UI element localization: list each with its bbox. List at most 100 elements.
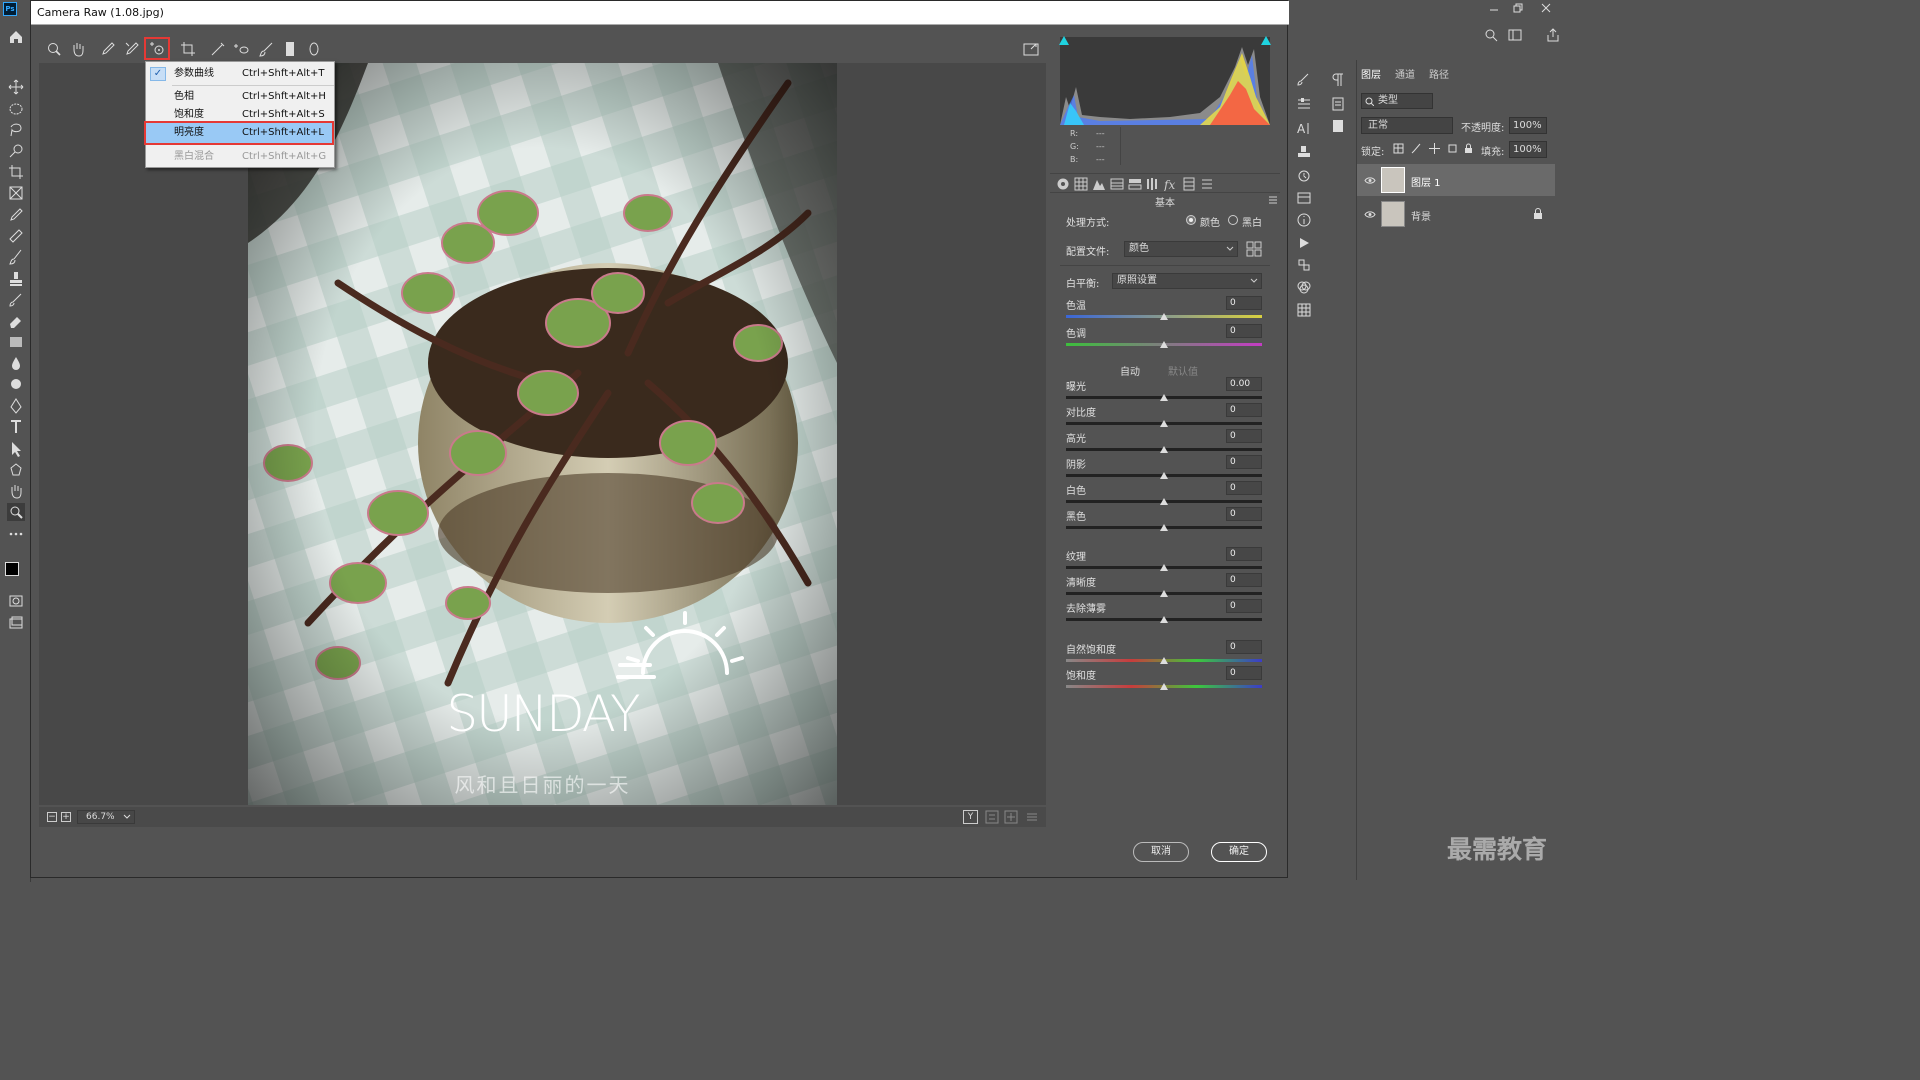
slider-value-input[interactable]: 0 (1226, 296, 1262, 310)
split-toning-icon[interactable] (1128, 177, 1142, 191)
history-icon[interactable] (1296, 168, 1312, 184)
info-icon[interactable] (1296, 212, 1312, 228)
pen-tool-icon[interactable] (7, 397, 25, 415)
tab-layers[interactable]: 图层 (1361, 66, 1381, 81)
slider-thumb[interactable] (1160, 313, 1168, 320)
slider-thumb[interactable] (1160, 498, 1168, 505)
profile-select[interactable]: 颜色 (1124, 241, 1238, 257)
tone-curve-icon[interactable] (1074, 177, 1088, 191)
panel-menu-icon[interactable] (1268, 196, 1278, 204)
slider-thumb[interactable] (1160, 420, 1168, 427)
radial-filter-icon[interactable] (305, 40, 323, 58)
slider-value-input[interactable]: 0 (1226, 573, 1262, 587)
basic-tab-icon[interactable] (1056, 177, 1070, 191)
lock-position-icon[interactable] (1429, 143, 1440, 154)
screen-mode-icon[interactable] (7, 614, 25, 632)
zoom-tool-icon[interactable] (7, 503, 25, 521)
history-brush-icon[interactable] (7, 291, 25, 309)
dodge-tool-icon[interactable] (7, 376, 25, 394)
properties-icon[interactable] (1330, 96, 1346, 112)
minimize-icon[interactable] (1488, 2, 1500, 14)
slider-value-input[interactable]: 0.00 (1226, 377, 1262, 391)
hsl-icon[interactable] (1110, 177, 1124, 191)
healing-tool-icon[interactable] (7, 227, 25, 245)
slider-thumb[interactable] (1160, 657, 1168, 664)
quick-mask-icon[interactable] (7, 592, 25, 610)
share-icon[interactable] (1546, 28, 1560, 42)
blur-tool-icon[interactable] (7, 354, 25, 372)
more-tools-icon[interactable] (7, 525, 25, 543)
profile-browser-icon[interactable] (1246, 241, 1262, 257)
toggle-fullscreen-icon[interactable] (1022, 40, 1040, 58)
detail-icon[interactable] (1092, 177, 1106, 191)
image-preview[interactable]: SUNDAY 风和且日丽的一天 (39, 63, 1046, 805)
slider-value-input[interactable]: 0 (1226, 455, 1262, 469)
marquee-tool-icon[interactable] (7, 100, 25, 118)
character-icon[interactable]: A (1296, 120, 1312, 136)
slider-thumb[interactable] (1160, 446, 1168, 453)
slider-thumb[interactable] (1160, 394, 1168, 401)
slider-value-input[interactable]: 0 (1226, 640, 1262, 654)
zoom-icon[interactable] (45, 40, 63, 58)
workspace-icon[interactable] (1508, 28, 1522, 42)
eye-icon[interactable] (1364, 210, 1376, 219)
shadow-clipping-icon[interactable] (1058, 35, 1070, 47)
calibration-icon[interactable] (1182, 177, 1196, 191)
crop-tool-icon[interactable] (7, 163, 25, 181)
effects-fx-icon[interactable]: fx (1164, 177, 1178, 191)
close-icon[interactable] (1540, 2, 1552, 14)
auto-button[interactable]: 自动 (1120, 363, 1140, 378)
slider-value-input[interactable]: 0 (1226, 481, 1262, 495)
slider-thumb[interactable] (1160, 524, 1168, 531)
treatment-color-radio[interactable] (1186, 215, 1196, 225)
preview-prefs-icon[interactable] (1025, 810, 1039, 824)
zoom-out-button[interactable]: − (47, 812, 57, 822)
paragraph-icon[interactable] (1330, 72, 1346, 88)
hand-tool-icon[interactable] (7, 482, 25, 500)
lock-all-icon[interactable] (1463, 143, 1474, 154)
lens-corrections-icon[interactable] (1146, 177, 1160, 191)
brush-tool-icon[interactable] (7, 248, 25, 266)
stamp-tool-icon[interactable] (7, 270, 25, 288)
layer-row-background[interactable]: 背景 (1357, 198, 1555, 230)
eraser-tool-icon[interactable] (7, 312, 25, 330)
lock-pixels-icon[interactable] (1411, 143, 1422, 154)
slider-thumb[interactable] (1160, 472, 1168, 479)
menu-item-hue[interactable]: 色相 Ctrl+Shft+Alt+H (146, 87, 334, 107)
tab-channels[interactable]: 通道 (1395, 66, 1415, 81)
actions-play-icon[interactable] (1296, 235, 1312, 251)
slider-value-input[interactable]: 0 (1226, 666, 1262, 680)
shape-tool-icon[interactable] (7, 461, 25, 479)
lock-transparent-icon[interactable] (1393, 143, 1404, 154)
before-after-toggle-icon[interactable]: Y (963, 810, 978, 824)
lock-artboard-icon[interactable] (1447, 143, 1458, 154)
highlight-clipping-icon[interactable] (1260, 35, 1272, 47)
libraries-icon[interactable] (1296, 190, 1312, 206)
frame-tool-icon[interactable] (7, 184, 25, 202)
foreground-color-swatch[interactable] (5, 562, 19, 576)
swap-before-after-icon[interactable] (985, 810, 999, 824)
slider-value-input[interactable]: 0 (1226, 403, 1262, 417)
slider-thumb[interactable] (1160, 341, 1168, 348)
slider-value-input[interactable]: 0 (1226, 599, 1262, 613)
cancel-button[interactable]: 取消 (1133, 842, 1189, 862)
type-tool-icon[interactable] (7, 418, 25, 436)
clone-source-icon[interactable] (1296, 144, 1312, 160)
white-balance-icon[interactable] (99, 40, 117, 58)
zoom-in-button[interactable]: + (61, 812, 71, 822)
presets-icon[interactable] (1200, 177, 1214, 191)
eye-icon[interactable] (1364, 176, 1376, 185)
white-balance-select[interactable]: 原照设置 (1112, 273, 1262, 289)
swatches-grid-icon[interactable] (1296, 302, 1312, 318)
quick-select-icon[interactable] (7, 142, 25, 160)
tab-paths[interactable]: 路径 (1429, 66, 1449, 81)
restore-icon[interactable] (1512, 2, 1524, 14)
spot-removal-icon[interactable] (209, 40, 227, 58)
slider-thumb[interactable] (1160, 616, 1168, 623)
layer-row-layer1[interactable]: 图层 1 (1357, 164, 1555, 196)
color-icon[interactable] (1296, 279, 1312, 295)
blend-mode-select[interactable]: 正常 (1361, 117, 1453, 134)
ok-button[interactable]: 确定 (1211, 842, 1267, 862)
opacity-input[interactable]: 100% (1509, 117, 1547, 134)
paths-icon[interactable] (1296, 257, 1312, 273)
